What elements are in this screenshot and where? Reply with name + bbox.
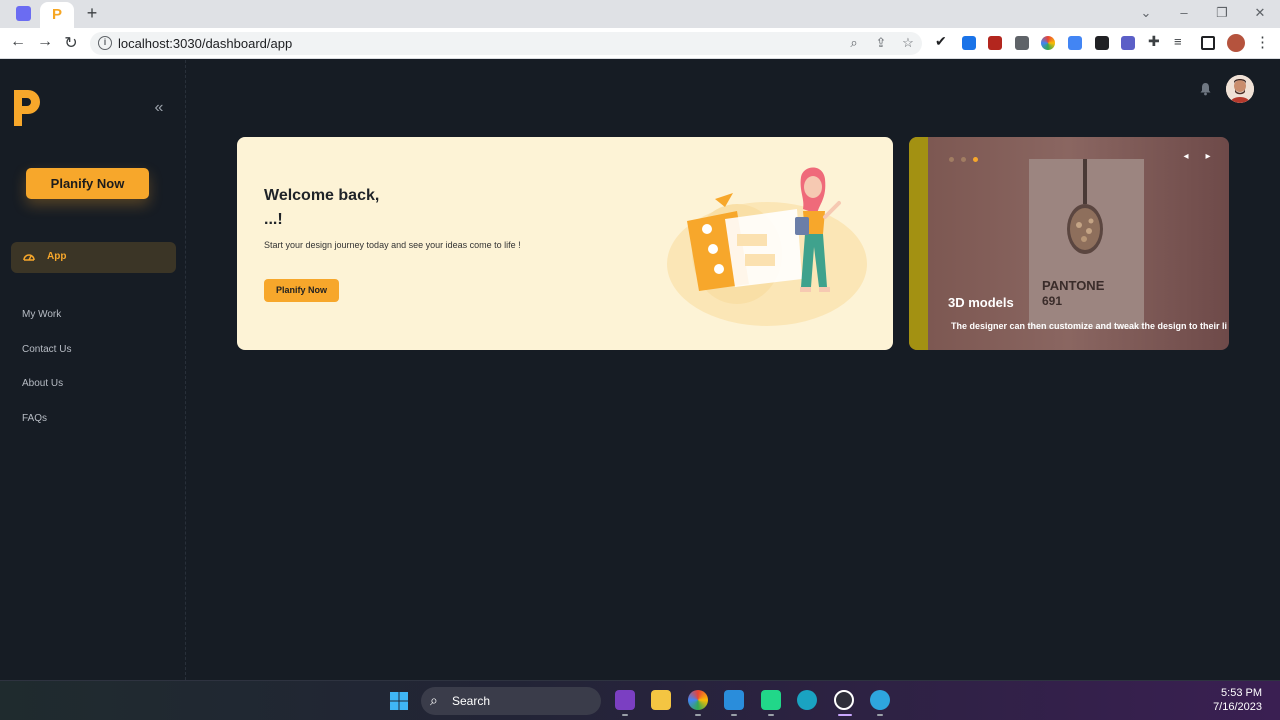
side-panel-icon[interactable] bbox=[1201, 36, 1215, 50]
running-indicator bbox=[695, 714, 701, 716]
reload-icon[interactable]: ↻ bbox=[62, 33, 80, 53]
zoom-icon[interactable]: ⌕ bbox=[846, 35, 862, 51]
user-photo bbox=[1226, 75, 1254, 103]
taskbar-date[interactable]: 7/16/2023 bbox=[1200, 701, 1262, 713]
taskbar-search-label: Search bbox=[452, 694, 491, 708]
sidebar: « Planify Now App My Work Contact Us Abo… bbox=[0, 60, 186, 680]
minimize-icon[interactable]: – bbox=[1176, 5, 1192, 20]
welcome-username: ...! bbox=[264, 211, 283, 228]
designer-illustration bbox=[667, 167, 867, 326]
sidebar-item-app[interactable]: App bbox=[11, 242, 176, 273]
slide-indicator-2[interactable] bbox=[961, 157, 966, 162]
running-indicator bbox=[731, 714, 737, 716]
new-tab-button[interactable]: + bbox=[84, 3, 100, 24]
notification-bell-icon[interactable] bbox=[1199, 82, 1212, 96]
bookmark-star-icon[interactable]: ☆ bbox=[900, 35, 916, 51]
close-icon[interactable]: ✕ bbox=[1252, 5, 1268, 21]
carousel-slide-text: The designer can then customize and twea… bbox=[951, 321, 1228, 331]
running-indicator bbox=[768, 714, 774, 716]
active-browser-tab[interactable]: P bbox=[40, 2, 74, 28]
pycharm-icon[interactable] bbox=[761, 690, 781, 710]
extension-tab-icon[interactable] bbox=[16, 6, 31, 21]
menu-icon[interactable]: ⋮ bbox=[1255, 33, 1270, 51]
puzzle-extensions-icon[interactable]: ✚ bbox=[1148, 33, 1162, 49]
running-indicator bbox=[877, 714, 883, 716]
planify-logo[interactable] bbox=[12, 88, 42, 128]
extension-icon[interactable] bbox=[1068, 36, 1082, 50]
extension-icon[interactable] bbox=[988, 36, 1002, 50]
feature-carousel: PANTONE 691 ◂ ▸ 3D models The designer c… bbox=[909, 137, 1229, 350]
chrome-icon[interactable] bbox=[688, 690, 708, 710]
color-picker-icon[interactable] bbox=[1015, 36, 1029, 50]
canva-icon[interactable] bbox=[797, 690, 817, 710]
taskbar-time[interactable]: 5:53 PM bbox=[1206, 687, 1262, 699]
url-text[interactable]: localhost:3030/dashboard/app bbox=[118, 36, 292, 51]
telegram-icon[interactable] bbox=[870, 690, 890, 710]
reading-list-icon[interactable]: ≡ bbox=[1174, 34, 1188, 49]
extension-icon[interactable] bbox=[1041, 36, 1055, 50]
search-icon: ⌕ bbox=[430, 692, 438, 708]
carousel-next-arrow-icon[interactable]: ▸ bbox=[1202, 151, 1214, 162]
previous-slide-peek bbox=[909, 137, 928, 350]
collapse-sidebar-icon[interactable]: « bbox=[152, 99, 166, 117]
running-indicator bbox=[622, 714, 628, 716]
extension-icon[interactable] bbox=[962, 36, 976, 50]
extension-icon[interactable] bbox=[1121, 36, 1135, 50]
file-explorer-icon[interactable] bbox=[651, 690, 671, 710]
extension-icon[interactable] bbox=[1095, 36, 1109, 50]
address-bar[interactable]: i localhost:3030/dashboard/app ⌕ ⇪ ☆ bbox=[90, 32, 922, 55]
spoon-image bbox=[1067, 159, 1103, 254]
sidebar-item-my-work[interactable]: My Work bbox=[22, 309, 61, 320]
sidebar-item-label: App bbox=[47, 251, 67, 262]
active-app-indicator bbox=[838, 714, 852, 716]
onenote-icon[interactable] bbox=[615, 690, 635, 710]
planify-now-button[interactable]: Planify Now bbox=[264, 279, 339, 302]
browser-toolbar: ← → ↻ i localhost:3030/dashboard/app ⌕ ⇪… bbox=[0, 28, 1280, 59]
windows-start-icon[interactable] bbox=[390, 692, 408, 710]
profile-avatar[interactable] bbox=[1227, 34, 1245, 52]
vscode-icon[interactable] bbox=[724, 690, 744, 710]
welcome-card: Welcome back, ...! Start your design jou… bbox=[237, 137, 893, 350]
slide-indicator-3-active[interactable] bbox=[973, 157, 978, 162]
taskbar-search[interactable]: ⌕ Search bbox=[421, 687, 601, 715]
checkmark-extension-icon[interactable]: ✔ bbox=[935, 33, 949, 49]
windows-taskbar: ⌕ Search 5:53 PM 7/16/2023 bbox=[0, 680, 1280, 720]
restore-icon[interactable]: ❐ bbox=[1214, 5, 1230, 21]
sidebar-item-faqs[interactable]: FAQs bbox=[22, 413, 47, 424]
share-icon[interactable]: ⇪ bbox=[873, 35, 889, 51]
tab-search-icon[interactable]: ⌄ bbox=[1138, 5, 1154, 21]
pantone-number: 691 bbox=[1042, 294, 1063, 308]
back-icon[interactable]: ← bbox=[9, 33, 27, 51]
site-info-icon[interactable]: i bbox=[98, 36, 112, 50]
carousel-prev-arrow-icon[interactable]: ◂ bbox=[1180, 151, 1192, 162]
browser-tab-strip: P + ⌄ – ❐ ✕ bbox=[0, 0, 1280, 28]
welcome-title: Welcome back, bbox=[264, 187, 380, 204]
slide-indicator-1[interactable] bbox=[949, 157, 954, 162]
forward-icon[interactable]: → bbox=[36, 33, 54, 51]
user-avatar[interactable] bbox=[1226, 75, 1254, 103]
pantone-label: PANTONE bbox=[1042, 278, 1105, 293]
welcome-description: Start your design journey today and see … bbox=[264, 240, 521, 250]
sidebar-item-contact-us[interactable]: Contact Us bbox=[22, 344, 71, 355]
obs-icon[interactable] bbox=[834, 690, 854, 710]
dashboard-gauge-icon bbox=[23, 254, 35, 261]
planify-now-button[interactable]: Planify Now bbox=[26, 168, 149, 199]
carousel-slide-title: 3D models bbox=[948, 295, 1014, 310]
sidebar-item-about-us[interactable]: About Us bbox=[22, 378, 63, 389]
tab-favicon: P bbox=[52, 6, 63, 23]
